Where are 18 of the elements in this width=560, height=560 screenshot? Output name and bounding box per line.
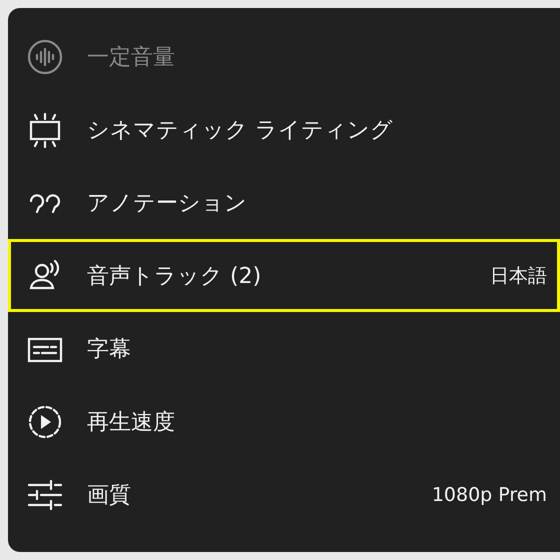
menu-value: 日本語 <box>490 264 547 288</box>
menu-item[interactable]: アノテーション <box>8 166 560 239</box>
menu-item[interactable]: 字幕 <box>8 312 560 385</box>
menu-label: 音声トラック (2) <box>87 262 262 290</box>
menu-label: 画質 <box>87 482 131 510</box>
menu-label: シネマティック ライティング <box>87 116 393 144</box>
waveform-icon <box>27 38 63 74</box>
menu-item[interactable]: 再生速度 <box>8 385 560 458</box>
menu-value: 1080p Prem <box>432 484 547 506</box>
menu-label: 字幕 <box>87 336 131 364</box>
menu-label: 再生速度 <box>87 408 175 436</box>
screen-icon <box>27 112 63 148</box>
menu-label: 一定音量 <box>87 44 175 72</box>
speed-icon <box>27 404 63 440</box>
menu-item[interactable]: 音声トラック (2) 日本語 <box>8 239 560 312</box>
menu-item[interactable]: シネマティック ライティング <box>8 93 560 166</box>
menu-label: アノテーション <box>87 190 247 218</box>
menu-item[interactable]: 画質 1080p Prem <box>8 458 560 531</box>
